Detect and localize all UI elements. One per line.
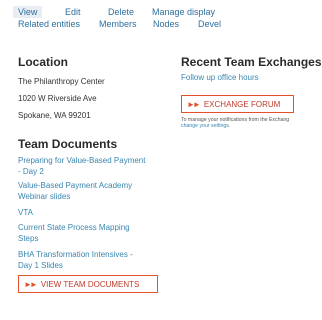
- location-heading: Location: [18, 55, 68, 69]
- document-link[interactable]: Current State Process Mapping Steps: [18, 222, 168, 244]
- location-line-3: Spokane, WA 99201: [18, 111, 91, 120]
- view-team-documents-button[interactable]: ►► VIEW TEAM DOCUMENTS: [18, 275, 158, 293]
- location-line-1: The Philanthropy Center: [18, 77, 105, 86]
- tab-manage-display[interactable]: Manage display: [152, 7, 215, 17]
- exchange-forum-label: EXCHANGE FORUM: [203, 99, 281, 109]
- view-team-documents-label: VIEW TEAM DOCUMENTS: [40, 279, 140, 289]
- double-chevron-right-icon: ►►: [187, 99, 201, 109]
- local-tabs: View Edit Delete Manage display Related …: [0, 0, 322, 44]
- document-link-line: BHA Transformation Intensives -: [18, 250, 133, 259]
- document-link-line: Webinar slides: [18, 192, 71, 201]
- tab-nodes[interactable]: Nodes: [153, 19, 179, 29]
- document-link-line: Current State Process Mapping: [18, 223, 130, 232]
- document-link[interactable]: VTA: [18, 207, 168, 218]
- double-chevron-right-icon: ►►: [24, 279, 38, 289]
- exchange-item-link[interactable]: Follow up office hours: [181, 72, 259, 83]
- document-link-line: - Day 2: [18, 167, 44, 176]
- document-link[interactable]: Preparing for Value-Based Payment - Day …: [18, 155, 168, 177]
- document-link-line: Steps: [18, 234, 39, 243]
- document-link[interactable]: BHA Transformation Intensives - Day 1 Sl…: [18, 249, 168, 271]
- change-settings-link[interactable]: change your settings.: [181, 123, 230, 129]
- tab-members[interactable]: Members: [99, 19, 137, 29]
- exchanges-heading: Recent Team Exchanges: [181, 55, 322, 69]
- document-link-line: Day 1 Slides: [18, 261, 63, 270]
- tab-view[interactable]: View: [13, 6, 43, 18]
- tab-devel[interactable]: Devel: [198, 19, 221, 29]
- exchange-forum-button[interactable]: ►► EXCHANGE FORUM: [181, 95, 294, 113]
- document-link-line: Value-Based Payment Academy: [18, 181, 133, 190]
- document-link-line: Preparing for Value-Based Payment: [18, 156, 146, 165]
- tab-edit[interactable]: Edit: [65, 7, 81, 17]
- exchange-note-line-2: change your settings.: [181, 123, 230, 129]
- tab-related-entities[interactable]: Related entities: [18, 19, 80, 29]
- document-link-line: VTA: [18, 208, 33, 217]
- documents-heading: Team Documents: [18, 137, 118, 151]
- document-link[interactable]: Value-Based Payment Academy Webinar slid…: [18, 180, 168, 202]
- tab-delete[interactable]: Delete: [108, 7, 134, 17]
- location-line-2: 1020 W Riverside Ave: [18, 94, 97, 103]
